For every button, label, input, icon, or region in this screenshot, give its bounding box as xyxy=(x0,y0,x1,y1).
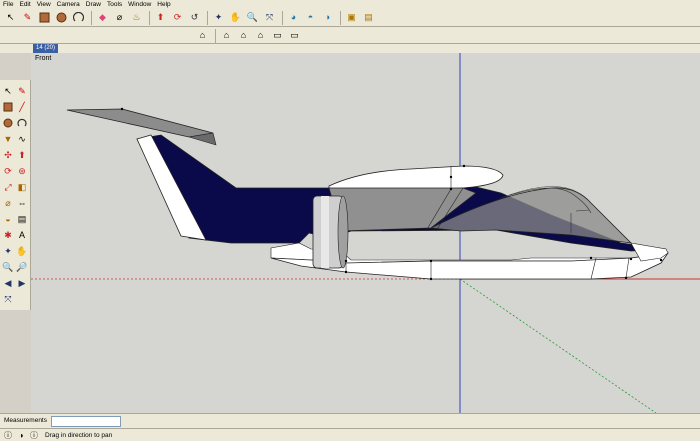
measurements-input[interactable] xyxy=(51,416,121,427)
menu-tools[interactable]: Tools xyxy=(107,0,122,9)
green-axis xyxy=(459,278,657,413)
status-text: Drag in direction to pan xyxy=(45,431,113,439)
pan-icon[interactable]: ✋ xyxy=(15,244,29,258)
menu-window[interactable]: Window xyxy=(128,0,151,9)
components-icon[interactable]: ▣ xyxy=(344,10,359,25)
toolbar-divider xyxy=(149,10,150,25)
left-view-icon[interactable]: ▭ xyxy=(287,28,302,43)
orbit-icon[interactable]: ✦ xyxy=(1,244,15,258)
protractor-icon[interactable]: ◒ xyxy=(1,212,15,226)
menu-draw[interactable]: Draw xyxy=(86,0,101,9)
dynamic-components-icon[interactable]: ▤ xyxy=(361,10,376,25)
view-label: Front xyxy=(35,55,52,62)
rotate-icon[interactable]: ⟳ xyxy=(170,10,185,25)
measurements-label: Measurements xyxy=(4,417,47,424)
axes-icon[interactable]: ✱ xyxy=(1,228,15,242)
pencil-icon[interactable]: ✎ xyxy=(20,10,35,25)
menu-file[interactable]: File xyxy=(3,0,13,9)
right-view-icon[interactable]: ⌂ xyxy=(253,28,268,43)
views-toolbar: ⌂ ⌂ ⌂ ⌂ ▭ ▭ xyxy=(0,27,700,44)
previous-view-icon[interactable]: ◀ xyxy=(1,276,15,290)
menu-view[interactable]: View xyxy=(37,0,51,9)
google-earth-icon[interactable]: ◕ xyxy=(286,10,301,25)
engine-face xyxy=(337,195,349,269)
push-pull-icon[interactable]: ⬆ xyxy=(15,148,29,162)
front-view-icon[interactable]: ⌂ xyxy=(236,28,251,43)
toolbar-divider xyxy=(91,10,92,25)
eraser-icon[interactable]: ◆ xyxy=(95,10,110,25)
top-view-icon[interactable]: ⌂ xyxy=(219,28,234,43)
circle-icon[interactable] xyxy=(54,10,69,25)
main-toolbar: ↖ ✎ ◆ ⌀ ♨ ⬆ ⟳ ↺ ✦ ✋ 🔍 ⤧ ◕ ◓ ◑ ▣ ▤ xyxy=(0,9,700,27)
offset-icon[interactable]: ◧ xyxy=(15,180,29,194)
zoom-window-icon[interactable]: 🔎 xyxy=(15,260,29,274)
circle-icon[interactable] xyxy=(1,116,15,130)
follow-me-icon[interactable]: ⊛ xyxy=(15,164,29,178)
tape-measure-icon[interactable]: ⌀ xyxy=(1,196,15,210)
model-canvas xyxy=(31,53,700,413)
status-bar: ⓘ ◑ ⓘ Drag in direction to pan xyxy=(0,428,700,441)
select-icon[interactable]: ↖ xyxy=(3,10,18,25)
3d-text-icon[interactable]: A xyxy=(15,228,29,242)
zoom-extents-icon[interactable]: ⤧ xyxy=(1,292,15,306)
toolbar-divider xyxy=(340,10,341,25)
share-model-icon[interactable]: ◑ xyxy=(320,10,335,25)
scene-tab-bar: 14 (20) xyxy=(0,44,700,53)
menu-bar: File Edit View Camera Draw Tools Window … xyxy=(0,0,700,9)
info-icon[interactable]: ⓘ xyxy=(3,430,13,440)
rectangle-icon[interactable] xyxy=(1,100,15,114)
rotate-icon[interactable]: ⟳ xyxy=(1,164,15,178)
scale-icon[interactable]: ⤢ xyxy=(1,180,15,194)
follow-me-icon[interactable]: ↺ xyxy=(187,10,202,25)
zoom-extents-icon[interactable]: ⤧ xyxy=(262,10,277,25)
menu-edit[interactable]: Edit xyxy=(19,0,30,9)
iso-view-icon[interactable]: ⌂ xyxy=(195,28,210,43)
rectangle-icon[interactable] xyxy=(37,10,52,25)
measurements-bar: Measurements xyxy=(0,413,700,428)
push-pull-icon[interactable]: ⬆ xyxy=(153,10,168,25)
tape-measure-icon[interactable]: ⌀ xyxy=(112,10,127,25)
menu-camera[interactable]: Camera xyxy=(57,0,80,9)
freehand-icon[interactable]: ∿ xyxy=(15,132,29,146)
credits-icon[interactable]: ⓘ xyxy=(29,430,39,440)
polygon-icon[interactable]: ▼ xyxy=(1,132,15,146)
toolbar-divider xyxy=(215,28,216,43)
next-view-icon[interactable]: ▶ xyxy=(15,276,29,290)
line-icon[interactable]: ╱ xyxy=(15,100,29,114)
back-view-icon[interactable]: ▭ xyxy=(270,28,285,43)
zoom-icon[interactable]: 🔍 xyxy=(245,10,260,25)
dimension-icon[interactable]: ⇔ xyxy=(15,196,29,210)
text-icon[interactable]: ▤ xyxy=(15,212,29,226)
arc-icon[interactable] xyxy=(15,116,29,130)
zoom-icon[interactable]: 🔍 xyxy=(1,260,15,274)
select-icon[interactable]: ↖ xyxy=(1,84,15,98)
geo-location-icon[interactable]: ◑ xyxy=(16,430,26,440)
paint-bucket-icon[interactable]: ♨ xyxy=(129,10,144,25)
toolbar-divider xyxy=(207,10,208,25)
orbit-icon[interactable]: ✦ xyxy=(211,10,226,25)
arc-icon[interactable] xyxy=(71,10,86,25)
large-tool-set: ↖ ✎ ╱ ▼ ∿ ✣ ⬆ ⟳ ⊛ ⤢ ◧ ⌀ ⇔ ◒ ▤ ✱ A ✦ ✋ 🔍 … xyxy=(0,80,31,310)
engine-highlight xyxy=(321,196,329,268)
pencil-icon[interactable]: ✎ xyxy=(15,84,29,98)
scene-tab[interactable]: 14 (20) xyxy=(33,44,59,53)
menu-help[interactable]: Help xyxy=(157,0,170,9)
horizontal-stabilizer xyxy=(66,108,214,138)
move-icon[interactable]: ✣ xyxy=(1,148,15,162)
drawing-viewport[interactable]: Front xyxy=(31,53,700,413)
toolbar-divider xyxy=(282,10,283,25)
pan-icon[interactable]: ✋ xyxy=(228,10,243,25)
get-models-icon[interactable]: ◓ xyxy=(303,10,318,25)
